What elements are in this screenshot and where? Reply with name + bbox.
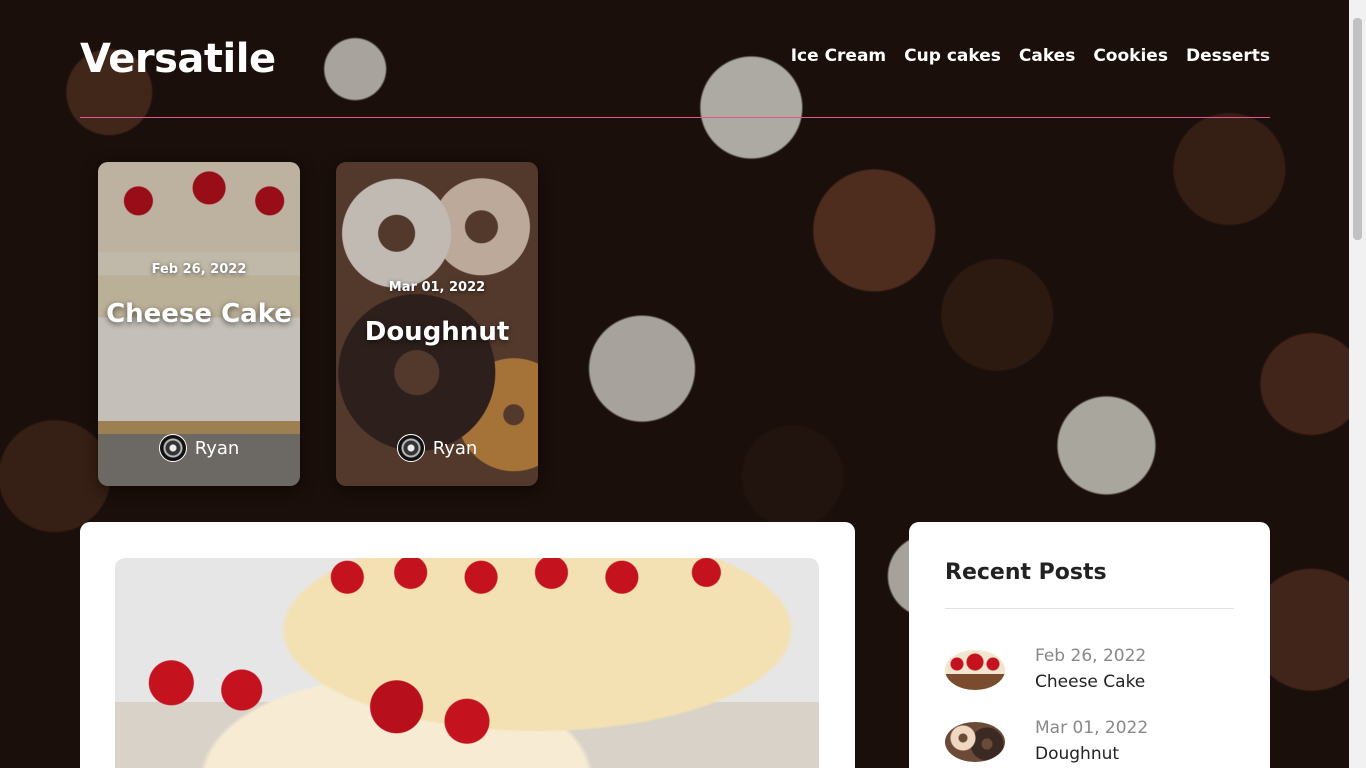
sidebar-divider (945, 608, 1234, 609)
sidebar-title: Recent Posts (945, 560, 1107, 585)
site-header: Versatile Ice Cream Cup cakes Cakes Cook… (80, 28, 1270, 118)
nav-item-cookies[interactable]: Cookies (1093, 46, 1168, 66)
card-author[interactable]: Ryan (98, 434, 300, 462)
card-title[interactable]: Cheese Cake (98, 296, 300, 332)
page-scrollbar[interactable] (1349, 0, 1366, 768)
recent-post-date: Mar 01, 2022 (1035, 718, 1149, 738)
featured-card-doughnut[interactable]: Mar 01, 2022 Doughnut Ryan (336, 162, 538, 486)
author-avatar (158, 434, 187, 462)
recent-post-date: Feb 26, 2022 (1035, 646, 1147, 666)
card-author[interactable]: Ryan (336, 434, 538, 462)
recent-post-title[interactable]: Doughnut (1035, 744, 1119, 764)
nav-item-cup-cakes[interactable]: Cup cakes (904, 46, 1001, 66)
recent-post-item[interactable]: Mar 01, 2022 Doughnut (945, 718, 1235, 768)
recent-post-thumbnail[interactable] (945, 650, 1005, 690)
card-date: Mar 01, 2022 (388, 280, 486, 295)
recent-post-thumbnail[interactable] (945, 722, 1005, 762)
recent-posts-sidebar: Recent Posts Feb 26, 2022 Cheese Cake Ma… (909, 522, 1270, 768)
scrollbar-thumb[interactable] (1353, 18, 1362, 240)
card-date: Feb 26, 2022 (151, 262, 247, 277)
featured-card-cheese-cake[interactable]: Feb 26, 2022 Cheese Cake Ryan (98, 162, 300, 486)
nav-item-desserts[interactable]: Desserts (1186, 46, 1270, 66)
recent-post-item[interactable]: Feb 26, 2022 Cheese Cake (945, 646, 1235, 696)
main-nav: Ice Cream Cup cakes Cakes Cookies Desser… (791, 46, 1270, 66)
author-name: Ryan (194, 437, 240, 459)
post-hero-image[interactable] (115, 558, 819, 768)
recent-post-title[interactable]: Cheese Cake (1035, 672, 1145, 692)
site-logo[interactable]: Versatile (80, 36, 276, 82)
nav-item-ice-cream[interactable]: Ice Cream (791, 46, 886, 66)
card-title[interactable]: Doughnut (336, 314, 538, 350)
author-name: Ryan (432, 437, 478, 459)
nav-item-cakes[interactable]: Cakes (1019, 46, 1075, 66)
main-post-panel (80, 522, 855, 768)
author-avatar (396, 434, 425, 462)
